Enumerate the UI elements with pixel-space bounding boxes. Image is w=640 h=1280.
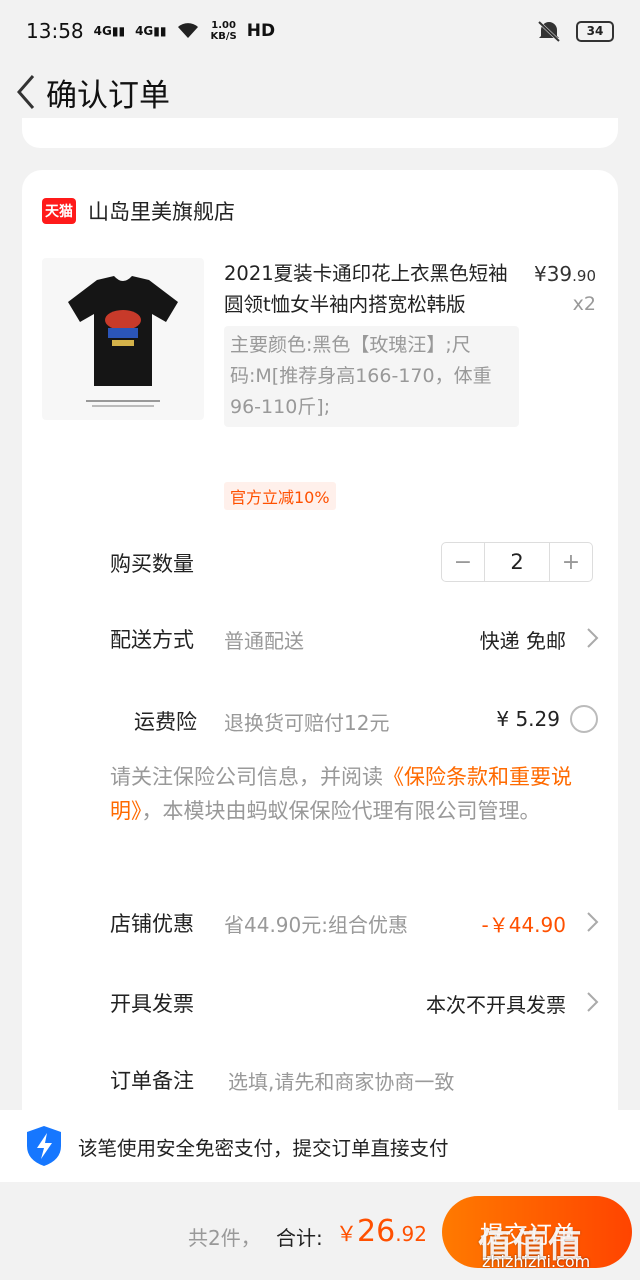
tmall-icon: 天猫 [42,198,76,224]
page-title: 确认订单 [46,77,170,114]
increment-button[interactable]: + [550,543,592,581]
product-sku[interactable]: 主要颜色:黑色【玫瑰汪】;尺码:M[推荐身高166-170，体重96-110斤]… [224,326,519,427]
battery-icon: 34 [576,20,614,42]
insurance-label: 运费险 [134,710,197,734]
total-amount: ￥26.92 [336,1214,427,1249]
shop-name: 山岛里美旗舰店 [88,200,235,224]
invoice-label: 开具发票 [110,992,194,1016]
order-card: 天猫 山岛里美旗舰店 2021夏装卡通印花上衣黑色短袖圆领t恤女半袖内搭宽松韩版… [22,170,618,1170]
insurance-price: ¥ 5.29 [496,707,560,731]
chevron-right-icon[interactable] [584,626,600,650]
quantity-stepper: − 2 + [441,542,593,582]
product-image[interactable] [42,258,204,420]
signal-icon: 4G▮▮ [93,24,126,38]
chevron-right-icon[interactable] [584,910,600,934]
status-bar: 13:58 4G▮▮ 4G▮▮ 1.00 KB/S HD 34 [0,0,640,62]
decrement-button[interactable]: − [442,543,484,581]
signal-icon-2: 4G▮▮ [135,24,167,38]
remark-input[interactable]: 选填,请先和商家协商一致 [228,1066,454,1095]
mute-icon [537,20,561,42]
quantity-value[interactable]: 2 [484,543,550,581]
address-card-bottom [22,118,618,148]
insurance-sub: 退换货可赔付12元 [224,711,390,735]
shop-header[interactable]: 天猫 山岛里美旗舰店 [42,196,235,226]
nav-bar: 确认订单 [0,62,640,122]
quantity-label: 购买数量 [110,552,194,576]
status-time: 13:58 [26,19,84,43]
delivery-label: 配送方式 [110,628,194,652]
hd-indicator: HD [246,21,276,41]
insurance-notice: 请关注保险公司信息，并阅读《保险条款和重要说明》，本模块由蚂蚁保保险代理有限公司… [110,765,572,823]
net-speed: 1.00 KB/S [210,20,237,42]
watermark-url: zhizhizhi.com [482,1252,591,1271]
invoice-value[interactable]: 本次不开具发票 [426,989,566,1018]
discount-sub: 省44.90元:组合优惠 [224,913,408,937]
promo-tag: 官方立减10% [224,482,336,510]
discount-label: 店铺优惠 [110,912,194,936]
tshirt-icon [68,276,178,407]
product-quantity: x2 [572,293,596,315]
product-title[interactable]: 2021夏装卡通印花上衣黑色短袖圆领t恤女半袖内搭宽松韩版 [224,258,514,320]
wifi-icon [178,23,199,38]
back-button[interactable] [6,62,46,122]
insurance-checkbox[interactable] [570,705,598,733]
product-price: ¥39.90 [533,262,596,286]
remark-label: 订单备注 [110,1069,194,1093]
delivery-value[interactable]: 快递 免邮 [480,625,566,654]
chevron-left-icon [17,75,35,109]
delivery-sub: 普通配送 [224,629,304,653]
chevron-right-icon[interactable] [584,990,600,1014]
shield-icon [27,1126,61,1166]
total-label: 合计: [276,1226,323,1250]
item-count: 共2件， [188,1226,261,1250]
discount-value[interactable]: -￥44.90 [482,909,566,938]
secure-pay-text: 该笔使用安全免密支付，提交订单直接支付 [78,1136,449,1160]
secure-pay-banner: 该笔使用安全免密支付，提交订单直接支付 [0,1110,640,1182]
